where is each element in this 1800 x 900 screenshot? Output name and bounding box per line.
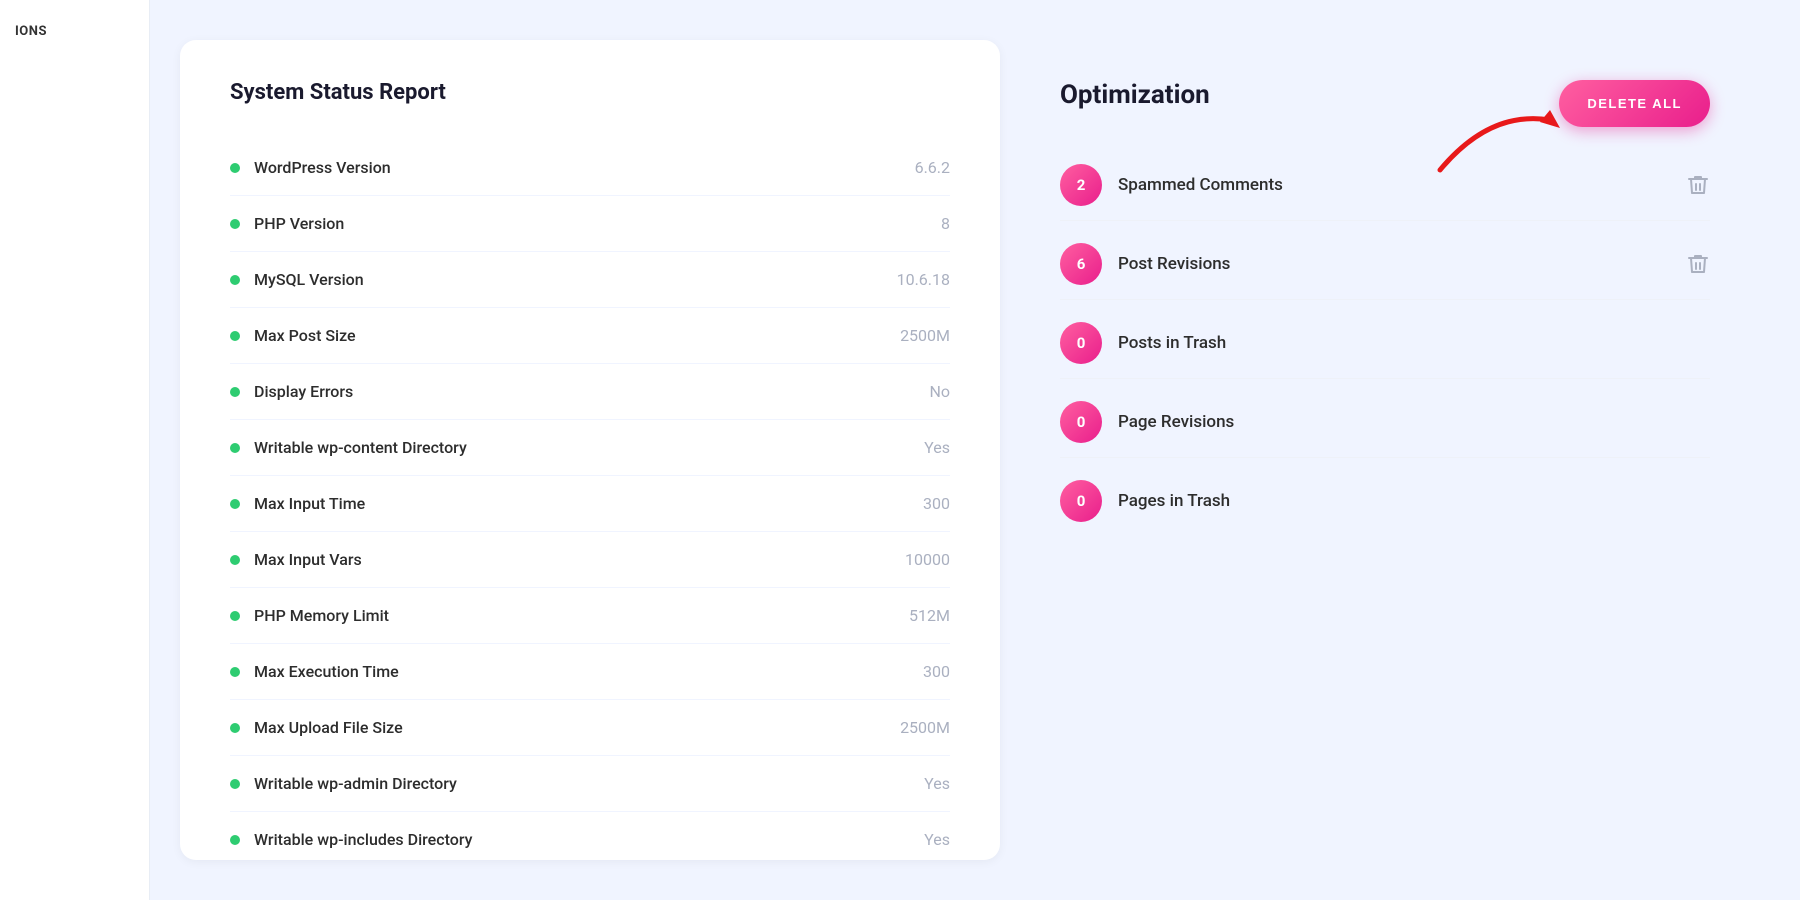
status-item-value: 6.6.2	[915, 158, 950, 177]
status-item-label: Max Upload File Size	[254, 718, 403, 737]
status-item-label: Writable wp-content Directory	[254, 438, 467, 457]
status-item-label: Display Errors	[254, 382, 353, 401]
status-item-value: 300	[923, 662, 950, 681]
status-dot	[230, 667, 240, 677]
optimization-item: 2 Spammed Comments	[1060, 150, 1710, 221]
opt-item-label: Page Revisions	[1118, 412, 1710, 432]
status-item-label: Max Post Size	[254, 326, 356, 345]
status-item: Max Input Time 300	[230, 476, 950, 532]
status-item: Max Input Vars 10000	[230, 532, 950, 588]
status-item-left: Max Input Time	[230, 494, 365, 513]
status-item-value: 2500M	[900, 718, 950, 737]
status-dot	[230, 443, 240, 453]
status-dot	[230, 499, 240, 509]
status-item: Max Post Size 2500M	[230, 308, 950, 364]
optimization-list: 2 Spammed Comments 6 Post Revisions	[1060, 150, 1710, 536]
system-status-panel: System Status Report WordPress Version 6…	[180, 40, 1000, 860]
status-dot	[230, 779, 240, 789]
status-item: Display Errors No	[230, 364, 950, 420]
status-item-value: 8	[941, 214, 950, 233]
status-dot	[230, 331, 240, 341]
opt-badge: 0	[1060, 322, 1102, 364]
status-item-left: PHP Version	[230, 214, 344, 233]
status-item: PHP Version 8	[230, 196, 950, 252]
status-item-value: 10000	[905, 550, 950, 569]
status-dot	[230, 723, 240, 733]
status-item-value: No	[929, 382, 950, 401]
status-list: WordPress Version 6.6.2 PHP Version 8 My…	[230, 140, 950, 860]
status-item-label: MySQL Version	[254, 270, 364, 289]
status-item: WordPress Version 6.6.2	[230, 140, 950, 196]
status-item-label: Max Input Time	[254, 494, 365, 513]
status-dot	[230, 275, 240, 285]
status-item-left: Max Execution Time	[230, 662, 399, 681]
sidebar: IONS	[0, 0, 150, 900]
status-item-value: 300	[923, 494, 950, 513]
opt-badge: 2	[1060, 164, 1102, 206]
status-item-label: Writable wp-admin Directory	[254, 774, 457, 793]
status-item-value: Yes	[924, 774, 950, 793]
status-item-label: PHP Memory Limit	[254, 606, 389, 625]
status-item: Writable wp-admin Directory Yes	[230, 756, 950, 812]
optimization-item: 0 Posts in Trash	[1060, 308, 1710, 379]
status-item-value: 2500M	[900, 326, 950, 345]
sidebar-label: IONS	[15, 24, 47, 39]
status-item-label: Writable wp-includes Directory	[254, 830, 472, 849]
status-dot	[230, 611, 240, 621]
main-content: System Status Report WordPress Version 6…	[150, 0, 1800, 900]
status-item-left: PHP Memory Limit	[230, 606, 389, 625]
status-item-label: WordPress Version	[254, 158, 391, 177]
status-item-left: Max Upload File Size	[230, 718, 403, 737]
status-dot	[230, 555, 240, 565]
optimization-panel: Optimization DELETE ALL 2 Spammed Commen…	[1000, 40, 1770, 860]
optimization-item: 0 Pages in Trash	[1060, 466, 1710, 536]
status-item-label: Max Input Vars	[254, 550, 362, 569]
status-item-label: Max Execution Time	[254, 662, 399, 681]
opt-item-label: Spammed Comments	[1118, 175, 1670, 195]
status-item-left: Writable wp-admin Directory	[230, 774, 457, 793]
status-dot	[230, 387, 240, 397]
status-dot	[230, 163, 240, 173]
status-item: MySQL Version 10.6.18	[230, 252, 950, 308]
status-item-value: Yes	[924, 830, 950, 849]
opt-badge: 0	[1060, 480, 1102, 522]
status-item-left: Max Post Size	[230, 326, 356, 345]
status-item-left: Writable wp-includes Directory	[230, 830, 472, 849]
opt-item-label: Post Revisions	[1118, 254, 1670, 274]
status-dot	[230, 219, 240, 229]
opt-item-label: Posts in Trash	[1118, 333, 1710, 353]
delete-all-button[interactable]: DELETE ALL	[1559, 80, 1710, 127]
status-item-value: 512M	[909, 606, 950, 625]
opt-badge: 6	[1060, 243, 1102, 285]
status-item: Writable wp-includes Directory Yes	[230, 812, 950, 860]
opt-item-label: Pages in Trash	[1118, 491, 1710, 511]
system-status-title: System Status Report	[230, 80, 950, 105]
optimization-item: 6 Post Revisions	[1060, 229, 1710, 300]
trash-icon[interactable]	[1686, 173, 1710, 197]
status-item: Max Upload File Size 2500M	[230, 700, 950, 756]
status-item-value: 10.6.18	[897, 270, 950, 289]
status-item-left: Writable wp-content Directory	[230, 438, 467, 457]
opt-badge: 0	[1060, 401, 1102, 443]
status-item: Writable wp-content Directory Yes	[230, 420, 950, 476]
status-item: PHP Memory Limit 512M	[230, 588, 950, 644]
trash-icon[interactable]	[1686, 252, 1710, 276]
optimization-item: 0 Page Revisions	[1060, 387, 1710, 458]
status-item: Max Execution Time 300	[230, 644, 950, 700]
status-item-label: PHP Version	[254, 214, 344, 233]
status-item-left: MySQL Version	[230, 270, 364, 289]
status-item-left: WordPress Version	[230, 158, 391, 177]
status-dot	[230, 835, 240, 845]
status-item-left: Display Errors	[230, 382, 353, 401]
status-item-left: Max Input Vars	[230, 550, 362, 569]
status-item-value: Yes	[924, 438, 950, 457]
